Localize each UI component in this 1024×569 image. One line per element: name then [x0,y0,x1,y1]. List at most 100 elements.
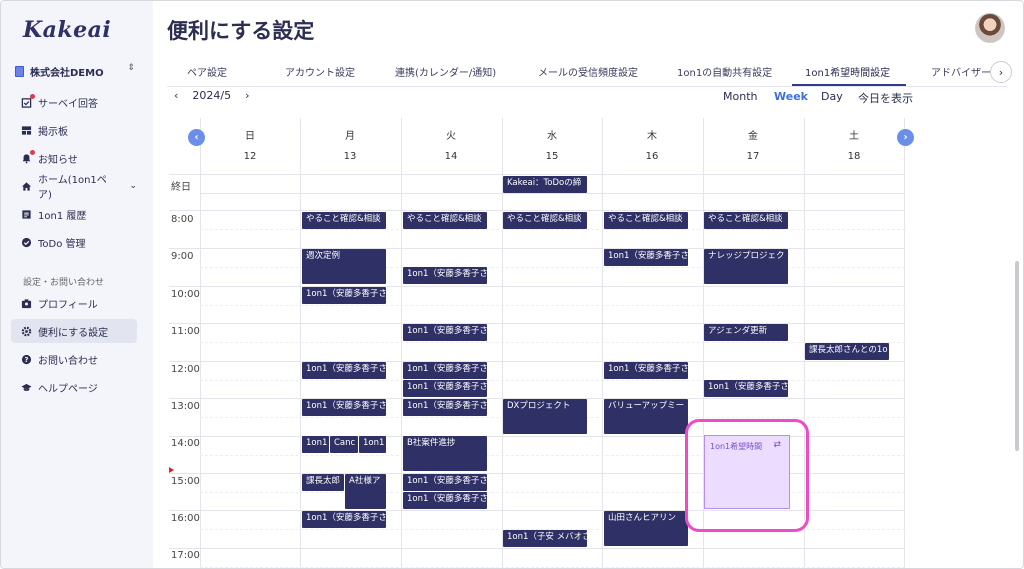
sidebar-item-profile[interactable]: プロフィール [11,291,137,315]
sidebar-item-label: お知らせ [38,154,78,166]
calendar-event[interactable]: 1on1（安藤多香子さ [302,362,386,379]
day-name-tue: 火 [446,131,456,142]
calendar-event[interactable]: アジェンダ更新 [704,324,788,341]
calendar-event[interactable]: 1on1（安藤多香子さ [403,399,487,416]
tabs-scroll-right-button[interactable]: › [990,61,1012,83]
calendar-event[interactable]: 1on1（安藤多香子さ [302,399,386,416]
calendar-event[interactable]: 1on1（安藤多香子さ [604,249,688,266]
sidebar-item-help[interactable]: ヘルプページ [11,375,137,399]
calendar-event[interactable]: やること確認&相談 [403,212,487,229]
sidebar-item-label: 便利にする設定 [38,327,109,339]
board-icon [21,125,32,136]
tab-account-settings[interactable]: アカウント設定 [285,64,355,79]
time-label: 11:00 [171,326,200,337]
time-label: 16:00 [171,513,200,524]
calendar-event[interactable]: B社案件進捗 [403,436,487,471]
calendar-event[interactable]: Canc [330,436,358,453]
sidebar-item-home[interactable]: ホーム(1on1ペア) ⌄ [11,174,137,201]
scrollbar[interactable] [1015,261,1019,451]
calendar-event[interactable]: 1on1（安藤多香子さ [704,380,788,397]
prev-week-button[interactable]: ‹ [188,129,205,146]
sidebar-item-convenience-settings[interactable]: 便利にする設定 [11,319,137,343]
sidebar-item-survey[interactable]: サーベイ回答 [11,90,137,114]
calendar-event[interactable]: ナレッジプロジェク [704,249,788,284]
calendar-event[interactable]: 1on1（安藤多香子さ [403,474,487,491]
prev-month-icon[interactable]: ‹ [174,89,178,102]
sidebar-item-board[interactable]: 掲示板 [11,118,137,142]
tab-preferred-time[interactable]: 1on1希望時間設定 [805,64,890,79]
tab-pair-settings[interactable]: ペア設定 [187,64,227,79]
calendar-event[interactable]: 課長太郎さんとの1o [805,343,889,360]
time-label: 9:00 [171,251,194,262]
next-month-icon[interactable]: › [245,89,249,102]
view-day-button[interactable]: Day [821,90,843,103]
calendar-event[interactable]: 山田さんヒアリン [604,511,688,546]
tab-email-frequency[interactable]: メールの受信頻度設定 [538,64,638,79]
day-name-wed: 水 [547,131,557,142]
calendar-event[interactable]: バリューアップミー [604,399,688,434]
avatar[interactable] [975,13,1005,43]
time-label: 13:00 [171,401,200,412]
graduation-cap-icon [21,382,32,393]
calendar-event[interactable]: 1on1（安藤多香子さ [302,287,386,304]
company-switcher[interactable]: 株式会社DEMO ⇕ [15,63,135,79]
calendar-event[interactable]: 1on1（安藤多香子さ [403,324,487,341]
page-title: 便利にする設定 [167,19,315,43]
sidebar-item-label: ToDo 管理 [38,238,86,250]
time-label: 17:00 [171,550,200,561]
view-month-button[interactable]: Month [723,90,757,103]
sidebar: Kakeai 株式会社DEMO ⇕ サーベイ回答 掲示板 お知らせ ホーム(1o… [1,1,153,568]
sidebar-item-contact[interactable]: ? お問い合わせ [11,347,137,371]
day-num-mon: 13 [343,151,357,162]
tab-integration[interactable]: 連携(カレンダー/通知) [395,64,496,79]
calendar-event[interactable]: Kakeai：ToDoの締 [503,176,587,193]
sidebar-item-todo[interactable]: ToDo 管理 [11,230,137,254]
time-label: 15:00 [171,476,200,487]
calendar-event[interactable]: 1on1（子安 メバオさ [503,530,587,547]
tab-auto-share[interactable]: 1on1の自動共有設定 [677,64,772,79]
active-tab-indicator [792,84,906,86]
calendar-event[interactable]: 1on1（安藤多香子さ [604,362,688,379]
sidebar-item-label: ホーム(1on1ペア) [38,175,107,201]
day-name-sat: 土 [849,131,859,142]
calendar-event[interactable]: 1on1（安藤多香子さ [403,380,487,397]
sidebar-item-notice[interactable]: お知らせ [11,146,137,170]
next-week-button[interactable]: › [897,129,914,146]
view-week-button[interactable]: Week [774,90,808,103]
day-num-fri: 17 [746,151,760,162]
calendar-event[interactable]: やること確認&相談 [503,212,587,229]
calendar-event[interactable]: やること確認&相談 [302,212,386,229]
calendar-event[interactable]: やること確認&相談 [704,212,788,229]
calendar-event[interactable]: A社様ア [345,474,386,509]
sidebar-item-label: 1on1 履歴 [38,210,87,222]
calendar-event[interactable]: 1on1 [302,436,329,453]
sidebar-item-label: 掲示板 [38,126,68,138]
sidebar-item-history[interactable]: 1on1 履歴 [11,202,137,226]
sidebar-item-label: サーベイ回答 [38,98,98,110]
current-month: 2024/5 [192,89,232,102]
calendar-event[interactable]: 1on1（安藤多香子さ [302,511,386,528]
company-name: 株式会社DEMO [30,67,104,79]
time-label: 10:00 [171,289,200,300]
day-num-thu: 16 [645,151,659,162]
calendar-event[interactable]: やること確認&相談 [604,212,688,229]
calendar-event[interactable]: 1on1（安藤多香子さ [403,492,487,509]
check-circle-icon [21,237,32,248]
app-logo[interactable]: Kakeai [23,17,111,43]
calendar-event[interactable]: DXプロジェクト [503,399,587,434]
calendar-event[interactable]: 1on1 [359,436,386,453]
calendar-event[interactable]: 週次定例 [302,249,386,284]
today-button[interactable]: 今日を表示 [858,90,913,106]
day-name-mon: 月 [345,131,355,142]
chevron-down-icon[interactable]: ⌄ [129,181,137,191]
chevron-right-icon: › [998,65,1004,79]
svg-text:?: ? [25,355,29,363]
current-time-indicator [169,467,174,473]
time-label: 12:00 [171,364,200,375]
sidebar-item-label: プロフィール [38,299,98,311]
history-icon [21,209,32,220]
calendar-event[interactable]: 課長太郎 [302,474,344,491]
tab-advisor[interactable]: アドバイザー [931,64,991,79]
calendar-event[interactable]: 1on1（安藤多香子さ [403,267,487,284]
calendar-event[interactable]: 1on1（安藤多香子さ [403,362,487,379]
